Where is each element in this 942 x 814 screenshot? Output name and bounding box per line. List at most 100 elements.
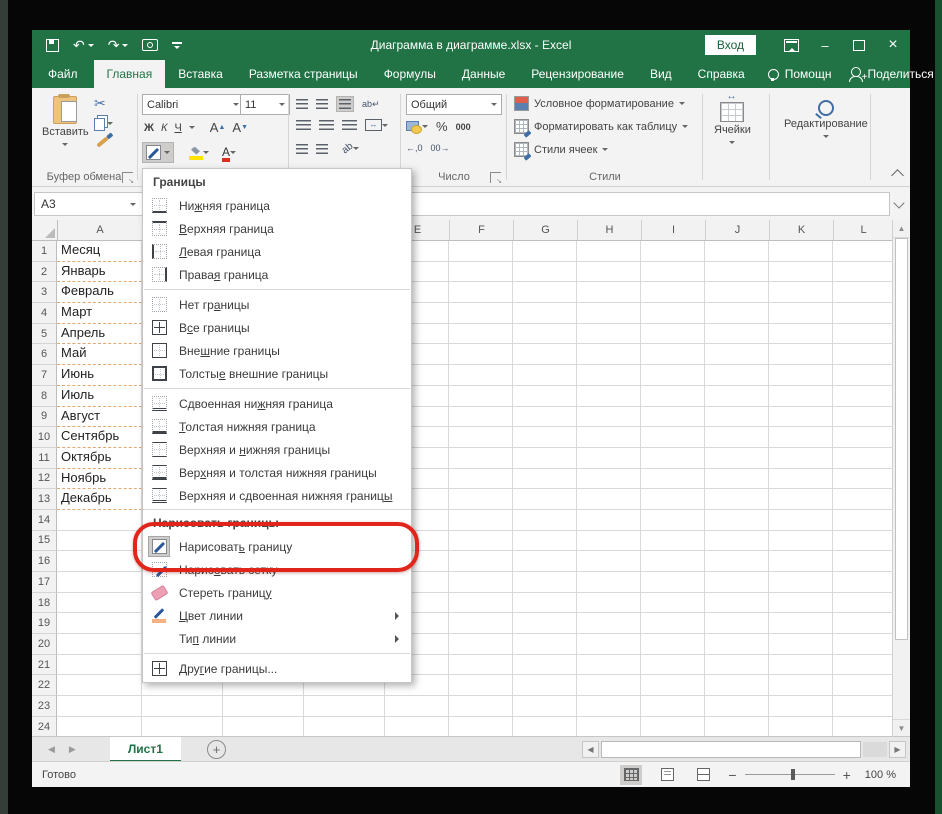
align-right-button[interactable] (342, 120, 357, 130)
cell-K11[interactable] (769, 447, 833, 469)
font-size-combo[interactable]: 11 (240, 94, 290, 115)
cell-J10[interactable] (705, 427, 769, 448)
menu-item-border-thick-outside[interactable]: Толстые внешние границы (143, 362, 411, 385)
cell-J15[interactable] (705, 530, 769, 552)
cell-I24[interactable] (641, 716, 705, 737)
cell-F4[interactable] (449, 303, 513, 324)
column-header-K[interactable]: K (770, 220, 834, 240)
normal-view-button[interactable] (620, 764, 643, 785)
cell-F3[interactable] (449, 282, 513, 304)
menu-item-border-left[interactable]: Левая граница (143, 240, 411, 263)
zoom-out-button[interactable]: − (728, 767, 736, 783)
menu-item-border-top[interactable]: Верхняя граница (143, 217, 411, 240)
cell-H22[interactable] (577, 675, 641, 697)
cell-G19[interactable] (513, 613, 577, 635)
cell-F10[interactable] (449, 427, 513, 448)
increase-indent-button[interactable] (316, 143, 328, 154)
cell-D23[interactable] (304, 696, 385, 717)
cell-L22[interactable] (833, 675, 893, 697)
zoom-level[interactable]: 100 % (865, 769, 896, 781)
menu-item-border-bottom[interactable]: Нижняя граница (143, 194, 411, 217)
close-button[interactable]: × (876, 30, 910, 60)
align-middle-button[interactable] (316, 99, 328, 109)
row-header-16[interactable]: 16 (32, 551, 57, 572)
cell-A6[interactable]: Май (57, 344, 142, 366)
tab-review[interactable]: Рецензирование (518, 60, 637, 88)
cell-I3[interactable] (641, 282, 705, 304)
cell-K12[interactable] (769, 468, 833, 490)
cell-L12[interactable] (833, 468, 893, 490)
tab-data[interactable]: Данные (449, 60, 518, 88)
align-bottom-button[interactable] (336, 96, 354, 112)
sign-in-button[interactable]: Вход (704, 35, 756, 55)
menu-item-border-outside[interactable]: Внешние границы (143, 339, 411, 362)
cell-K1[interactable] (769, 241, 833, 262)
assistant-button[interactable]: Помощн (758, 60, 842, 88)
cell-F24[interactable] (449, 716, 513, 737)
page-break-view-button[interactable] (692, 765, 714, 785)
format-as-table-button[interactable]: Форматировать как таблицу (514, 119, 689, 134)
cell-A17[interactable] (57, 572, 142, 593)
cell-K2[interactable] (769, 261, 833, 283)
share-button[interactable]: Поделиться (841, 60, 942, 88)
cell-I6[interactable] (641, 344, 705, 366)
row-header-21[interactable]: 21 (32, 654, 57, 676)
cell-H4[interactable] (577, 303, 641, 324)
cell-L6[interactable] (833, 344, 893, 366)
cell-I9[interactable] (641, 406, 705, 428)
cell-G1[interactable] (513, 241, 577, 262)
number-format-combo[interactable]: Общий (406, 94, 502, 115)
cell-F20[interactable] (449, 634, 513, 655)
cell-I22[interactable] (641, 675, 705, 697)
cell-J20[interactable] (705, 634, 769, 655)
decrease-indent-button[interactable] (296, 143, 308, 154)
cell-J11[interactable] (705, 447, 769, 469)
cell-F12[interactable] (449, 468, 513, 490)
row-header-3[interactable]: 3 (32, 282, 57, 304)
row-header-5[interactable]: 5 (32, 323, 57, 345)
cell-G7[interactable] (513, 365, 577, 386)
row-header-13[interactable]: 13 (32, 489, 57, 510)
scroll-up-icon[interactable]: ▲ (893, 220, 910, 238)
vertical-scrollbar[interactable]: ▲ ▼ (892, 220, 910, 737)
cell-H7[interactable] (577, 365, 641, 386)
row-header-20[interactable]: 20 (32, 634, 57, 655)
cell-L18[interactable] (833, 592, 893, 614)
cell-K22[interactable] (769, 675, 833, 697)
zoom-slider[interactable] (744, 769, 835, 780)
cell-H3[interactable] (577, 282, 641, 304)
cell-F18[interactable] (449, 592, 513, 614)
cell-L4[interactable] (833, 303, 893, 324)
cell-L23[interactable] (833, 696, 893, 717)
font-color-button[interactable]: А (222, 145, 237, 162)
row-header-17[interactable]: 17 (32, 572, 57, 593)
cell-L1[interactable] (833, 241, 893, 262)
tab-help[interactable]: Справка (685, 60, 758, 88)
row-header-22[interactable]: 22 (32, 675, 57, 697)
cell-J12[interactable] (705, 468, 769, 490)
cell-K5[interactable] (769, 323, 833, 345)
cell-J22[interactable] (705, 675, 769, 697)
cell-J2[interactable] (705, 261, 769, 283)
cell-L16[interactable] (833, 551, 893, 572)
zoom-slider-thumb[interactable] (790, 769, 795, 780)
wrap-text-button[interactable]: ab ↵ (362, 99, 380, 110)
cell-J24[interactable] (705, 716, 769, 737)
cell-K16[interactable] (769, 551, 833, 572)
cell-F15[interactable] (449, 530, 513, 552)
row-header-7[interactable]: 7 (32, 365, 57, 386)
menu-item-line-color[interactable]: Цвет линии (143, 604, 411, 627)
cell-A3[interactable]: Февраль (57, 282, 142, 304)
menu-item-border-all[interactable]: Все границы (143, 316, 411, 339)
row-header-1[interactable]: 1 (32, 241, 57, 262)
cell-I14[interactable] (641, 509, 705, 531)
cell-K23[interactable] (769, 696, 833, 717)
row-header-19[interactable]: 19 (32, 613, 57, 635)
cell-F17[interactable] (449, 572, 513, 593)
cell-G4[interactable] (513, 303, 577, 324)
menu-item-border-none[interactable]: Нет границы (143, 293, 411, 316)
cell-H6[interactable] (577, 344, 641, 366)
row-header-4[interactable]: 4 (32, 303, 57, 324)
clipboard-dialog-launcher[interactable] (122, 172, 134, 185)
cell-F6[interactable] (449, 344, 513, 366)
